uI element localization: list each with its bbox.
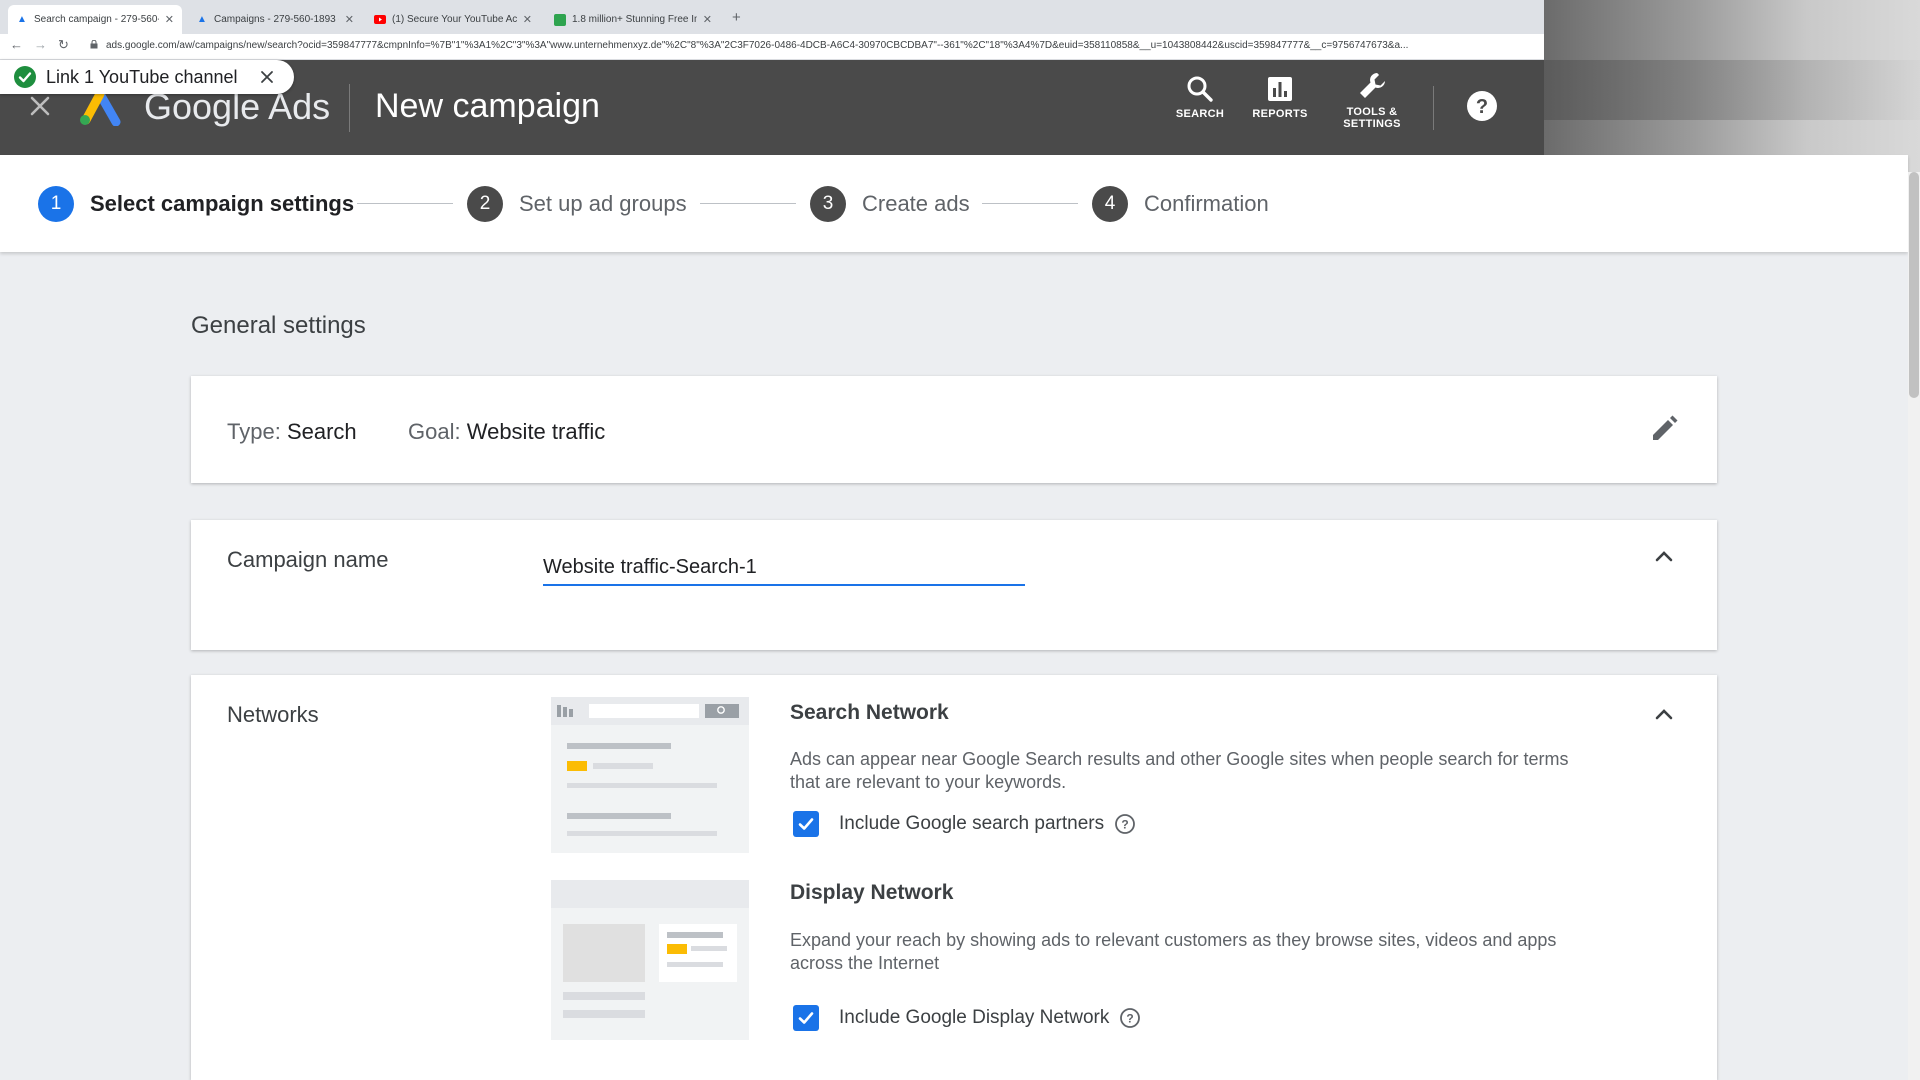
goal-key: Goal:: [408, 419, 461, 444]
search-partners-checkbox[interactable]: [793, 811, 819, 837]
address-bar: ← → ↻ ads.google.com/aw/campaigns/new/se…: [0, 34, 1544, 60]
forward-arrow-icon[interactable]: →: [34, 37, 47, 52]
help-circle-icon[interactable]: ?: [1119, 1007, 1141, 1029]
checkmark-icon: [798, 1012, 814, 1024]
display-network-checkbox[interactable]: [793, 1005, 819, 1031]
goal-value: Website traffic: [466, 419, 606, 444]
step-confirmation[interactable]: 4 Confirmation: [1092, 186, 1269, 222]
step-number: 4: [1092, 186, 1128, 222]
networks-card: Networks Search Network Ads can appear n…: [191, 675, 1717, 1080]
scrollbar-thumb[interactable]: [1909, 172, 1919, 398]
chevron-up-icon[interactable]: [1655, 550, 1673, 562]
type-key: Type:: [227, 419, 281, 444]
header-divider: [1433, 86, 1434, 130]
campaign-name-input[interactable]: [543, 550, 1025, 586]
edit-pencil-icon[interactable]: [1649, 414, 1679, 444]
reports-tool-label: REPORTS: [1252, 108, 1308, 120]
search-partners-label: Include Google search partners: [839, 813, 1105, 834]
tab-close-icon[interactable]: ✕: [345, 13, 354, 26]
type-value: Search: [286, 419, 357, 444]
close-icon[interactable]: [28, 94, 52, 118]
stepper-connector: [700, 203, 796, 204]
lock-icon: [90, 40, 98, 49]
step-create-ads[interactable]: 3 Create ads: [810, 186, 970, 222]
svg-text:?: ?: [1127, 1012, 1134, 1026]
campaign-goal: Goal: Website traffic: [408, 419, 605, 445]
tab-title: Search campaign - 279-560-1: [34, 14, 159, 25]
toast-message: Link 1 YouTube channel: [46, 66, 238, 87]
svg-text:?: ?: [1121, 818, 1128, 832]
back-arrow-icon[interactable]: ←: [10, 37, 23, 52]
reload-icon[interactable]: ↻: [58, 37, 69, 53]
step-label: Create ads: [862, 191, 970, 216]
browser-tab-images[interactable]: 1.8 million+ Stunning Free Ima ✕: [546, 5, 720, 34]
tab-title: Campaigns - 279-560-1893 -: [214, 14, 339, 25]
new-tab-plus-icon[interactable]: +: [732, 9, 741, 26]
campaign-name-card: Campaign name: [191, 520, 1717, 650]
svg-text:?: ?: [1476, 96, 1488, 118]
search-partners-option[interactable]: Include Google search partners ?: [793, 811, 1136, 837]
step-set-up-ad-groups[interactable]: 2 Set up ad groups: [467, 186, 687, 222]
bar-chart-icon: [1268, 77, 1292, 101]
reports-tool-button[interactable]: REPORTS: [1235, 74, 1325, 120]
toast-close-icon[interactable]: [260, 70, 274, 84]
help-icon[interactable]: ?: [1466, 90, 1498, 122]
step-number: 2: [467, 186, 503, 222]
youtube-favicon-icon: [374, 14, 386, 26]
notification-toast: Link 1 YouTube channel: [0, 60, 294, 94]
browser-tab-campaigns[interactable]: ▲ Campaigns - 279-560-1893 - ✕: [188, 5, 362, 34]
general-settings-heading: General settings: [191, 312, 366, 339]
tab-close-icon[interactable]: ✕: [165, 13, 174, 26]
tools-settings-button[interactable]: TOOLS & SETTINGS: [1327, 70, 1417, 130]
google-ads-favicon-icon: ▲: [17, 14, 27, 25]
image-site-favicon-icon: [554, 13, 566, 26]
tools-settings-label-line1: TOOLS &: [1346, 106, 1398, 118]
search-network-description: Ads can appear near Google Search result…: [790, 749, 1569, 792]
tab-close-icon[interactable]: ✕: [523, 13, 532, 26]
step-number: 3: [810, 186, 846, 222]
step-label: Confirmation: [1144, 191, 1269, 216]
blurred-background-region: [1544, 0, 1920, 172]
type-goal-card: Type: Search Goal: Website traffic: [191, 376, 1717, 483]
step-label: Set up ad groups: [519, 191, 687, 216]
google-ads-logo-icon: [80, 90, 121, 126]
display-network-label: Include Google Display Network: [839, 1007, 1110, 1028]
search-tool-label: SEARCH: [1175, 108, 1225, 120]
campaign-name-label: Campaign name: [227, 547, 389, 572]
tab-title: 1.8 million+ Stunning Free Ima: [572, 14, 697, 25]
page-title: New campaign: [375, 87, 600, 125]
help-circle-icon[interactable]: ?: [1114, 813, 1136, 835]
header-divider: [349, 84, 350, 132]
display-network-heading: Display Network: [790, 881, 954, 904]
search-tool-button[interactable]: SEARCH: [1155, 74, 1245, 120]
stepper-connector: [982, 203, 1078, 204]
display-network-option[interactable]: Include Google Display Network ?: [793, 1005, 1141, 1031]
step-select-campaign-settings[interactable]: 1 Select campaign settings: [38, 186, 354, 222]
search-results-illustration: [551, 697, 749, 836]
campaign-stepper: 1 Select campaign settings 2 Set up ad g…: [0, 155, 1908, 252]
chevron-up-icon[interactable]: [1655, 708, 1673, 720]
tab-title: (1) Secure Your YouTube Acco: [392, 14, 517, 25]
browser-tab-youtube[interactable]: (1) Secure Your YouTube Acco ✕: [366, 5, 540, 34]
display-network-description: Expand your reach by showing ads to rele…: [790, 930, 1557, 973]
check-circle-icon: [14, 66, 36, 88]
tab-close-icon[interactable]: ✕: [703, 13, 712, 26]
display-site-illustration: [551, 880, 749, 1018]
browser-tab-search-campaign[interactable]: ▲ Search campaign - 279-560-1 ✕: [8, 5, 182, 34]
google-ads-favicon-icon: ▲: [197, 14, 207, 25]
wrench-icon: [1360, 73, 1385, 98]
tools-settings-label-line2: SETTINGS: [1343, 118, 1401, 130]
step-label: Select campaign settings: [90, 191, 355, 216]
browser-tab-bar: ▲ Search campaign - 279-560-1 ✕ ▲ Campai…: [0, 0, 1544, 34]
search-network-illustration: [551, 697, 749, 853]
campaign-type: Type: Search: [227, 419, 357, 445]
stepper-connector: [357, 203, 453, 204]
networks-label: Networks: [227, 702, 319, 727]
url-field[interactable]: ads.google.com/aw/campaigns/new/search?o…: [106, 40, 1536, 51]
search-icon: [1187, 76, 1213, 102]
checkmark-icon: [798, 818, 814, 830]
display-network-illustration: [551, 880, 749, 1040]
step-number: 1: [38, 186, 74, 222]
search-network-heading: Search Network: [790, 701, 949, 724]
